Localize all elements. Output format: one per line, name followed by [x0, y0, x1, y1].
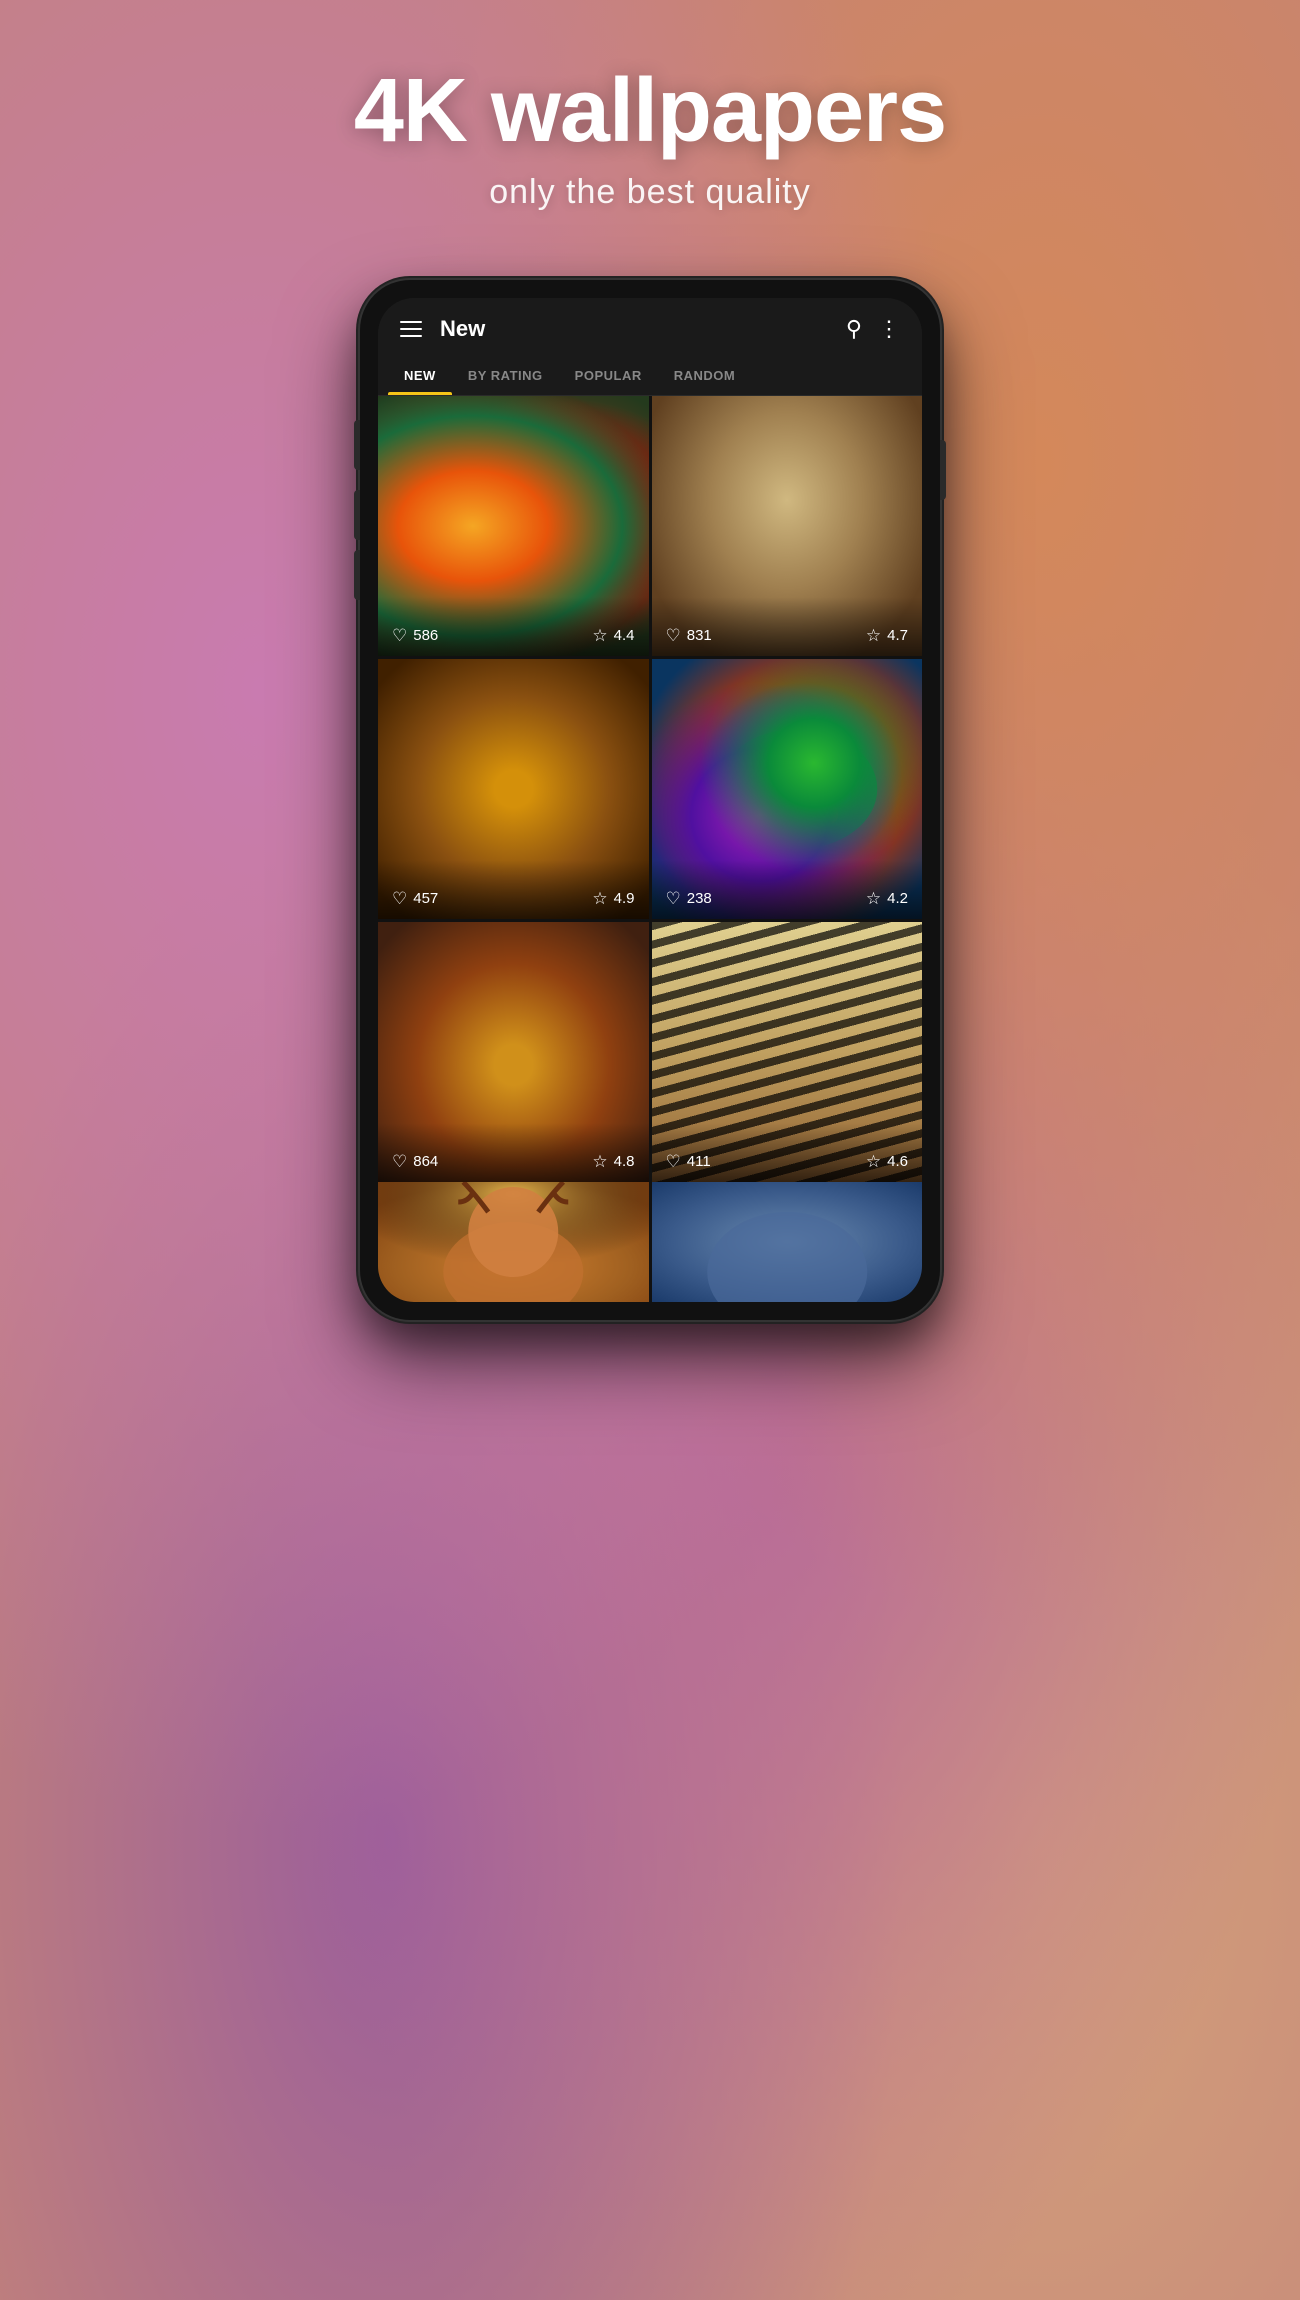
- likes-count-bear: 864: [413, 1153, 438, 1170]
- wallpaper-overlay-snake: ♡ 238 ☆ 4.2: [652, 860, 923, 919]
- tab-new[interactable]: NEW: [388, 356, 452, 395]
- likes-group-wolf: ♡ 831: [666, 627, 712, 644]
- wallpaper-item-extra[interactable]: [652, 1182, 923, 1302]
- tabs-bar: NEW BY RATING POPULAR RANDOM: [378, 356, 922, 396]
- likes-count-leopard: 457: [413, 890, 438, 907]
- phone-mockup: New ⚲ ⋮ NEW BY RATING POPULAR RANDOM: [360, 280, 940, 1320]
- likes-group-leopard: ♡ 457: [392, 890, 438, 907]
- heart-icon-leopard: ♡: [392, 890, 407, 907]
- heart-icon-parrots: ♡: [392, 627, 407, 644]
- wallpaper-item-deer[interactable]: [378, 1182, 649, 1302]
- star-icon-bear: ☆: [592, 1153, 607, 1170]
- wallpaper-item-leopard[interactable]: ♡ 457 ☆ 4.9: [378, 659, 649, 919]
- star-icon-leopard: ☆: [592, 890, 607, 907]
- rating-wolf: 4.7: [887, 627, 908, 644]
- wallpaper-overlay-leopard: ♡ 457 ☆ 4.9: [378, 860, 649, 919]
- likes-count-snake: 238: [687, 890, 712, 907]
- wallpaper-item-wolf[interactable]: ♡ 831 ☆ 4.7: [652, 396, 923, 656]
- menu-icon[interactable]: [400, 321, 422, 337]
- likes-group-zebra: ♡ 411: [666, 1153, 711, 1170]
- likes-count-parrots: 586: [413, 627, 438, 644]
- rating-group-parrots: ☆ 4.4: [592, 627, 634, 644]
- heart-icon-zebra: ♡: [666, 1153, 681, 1170]
- tab-random[interactable]: RANDOM: [658, 356, 752, 395]
- phone-screen: New ⚲ ⋮ NEW BY RATING POPULAR RANDOM: [378, 298, 922, 1302]
- star-icon-snake: ☆: [866, 890, 881, 907]
- tab-by-rating[interactable]: BY RATING: [452, 356, 559, 395]
- search-icon[interactable]: ⚲: [846, 318, 862, 340]
- wallpaper-item-parrots[interactable]: ♡ 586 ☆ 4.4: [378, 396, 649, 656]
- heart-icon-snake: ♡: [666, 890, 681, 907]
- rating-group-snake: ☆ 4.2: [866, 890, 908, 907]
- rating-group-bear: ☆ 4.8: [592, 1153, 634, 1170]
- hero-section: 4K wallpapers only the best quality: [0, 60, 1300, 212]
- app-title: New: [440, 316, 485, 342]
- rating-parrots: 4.4: [614, 627, 635, 644]
- star-icon-parrots: ☆: [592, 627, 607, 644]
- top-bar-right: ⚲ ⋮: [846, 318, 900, 340]
- wallpaper-item-zebra[interactable]: ♡ 411 ☆ 4.6: [652, 922, 923, 1182]
- wallpaper-item-snake[interactable]: ♡ 238 ☆ 4.2: [652, 659, 923, 919]
- rating-group-wolf: ☆ 4.7: [866, 627, 908, 644]
- more-options-icon[interactable]: ⋮: [878, 318, 900, 340]
- wallpaper-overlay-wolf: ♡ 831 ☆ 4.7: [652, 597, 923, 656]
- likes-count-zebra: 411: [687, 1153, 711, 1170]
- partial-row: [378, 1182, 922, 1302]
- heart-icon-wolf: ♡: [666, 627, 681, 644]
- rating-zebra: 4.6: [887, 1153, 908, 1170]
- star-icon-zebra: ☆: [866, 1153, 881, 1170]
- likes-group-bear: ♡ 864: [392, 1153, 438, 1170]
- top-bar-left: New: [400, 316, 485, 342]
- hero-subtitle: only the best quality: [0, 173, 1300, 212]
- likes-count-wolf: 831: [687, 627, 712, 644]
- wallpaper-grid: ♡ 586 ☆ 4.4: [378, 396, 922, 1182]
- rating-bear: 4.8: [614, 1153, 635, 1170]
- wallpaper-overlay-bear: ♡ 864 ☆ 4.8: [378, 1123, 649, 1182]
- rating-leopard: 4.9: [614, 890, 635, 907]
- star-icon-wolf: ☆: [866, 627, 881, 644]
- heart-icon-bear: ♡: [392, 1153, 407, 1170]
- rating-group-zebra: ☆ 4.6: [866, 1153, 908, 1170]
- wallpaper-item-bear[interactable]: ♡ 864 ☆ 4.8: [378, 922, 649, 1182]
- likes-group-parrots: ♡ 586: [392, 627, 438, 644]
- rating-snake: 4.2: [887, 890, 908, 907]
- wallpaper-overlay-zebra: ♡ 411 ☆ 4.6: [652, 1123, 923, 1182]
- wallpaper-overlay-parrots: ♡ 586 ☆ 4.4: [378, 597, 649, 656]
- hero-title: 4K wallpapers: [0, 60, 1300, 163]
- phone-frame: New ⚲ ⋮ NEW BY RATING POPULAR RANDOM: [360, 280, 940, 1320]
- likes-group-snake: ♡ 238: [666, 890, 712, 907]
- tab-popular[interactable]: POPULAR: [559, 356, 658, 395]
- rating-group-leopard: ☆ 4.9: [592, 890, 634, 907]
- top-bar: New ⚲ ⋮: [378, 298, 922, 356]
